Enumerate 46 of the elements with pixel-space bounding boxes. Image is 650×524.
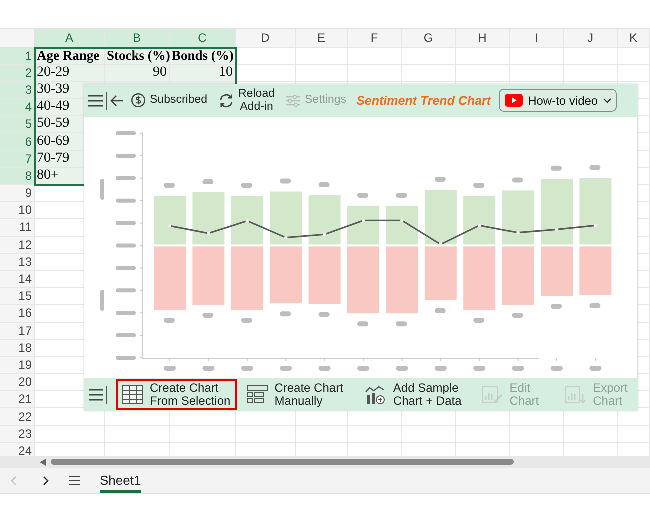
row-header[interactable]: 15 — [0, 288, 35, 306]
column-header[interactable]: I — [510, 29, 564, 48]
row-header[interactable]: 18 — [0, 340, 35, 357]
column-header[interactable]: E — [296, 29, 348, 48]
column-header[interactable]: H — [456, 29, 510, 48]
column-header[interactable]: B — [105, 29, 170, 48]
table-cell: 10 — [170, 64, 236, 82]
row-header[interactable]: 10 — [0, 202, 35, 220]
action-button[interactable]: Create Chart Manually — [240, 379, 350, 410]
row-header[interactable]: 20 — [0, 374, 35, 392]
toolbar-button[interactable]: Reload Add-in — [218, 88, 275, 114]
column-header[interactable]: A — [35, 29, 105, 48]
row-header[interactable]: 1 — [0, 48, 35, 65]
row-header[interactable]: 7 — [0, 150, 35, 168]
row-header[interactable]: 5 — [0, 116, 35, 134]
row-header[interactable]: 12 — [0, 236, 35, 254]
row-header[interactable]: 16 — [0, 305, 35, 322]
column-header[interactable]: F — [348, 29, 402, 48]
row-header[interactable]: 11 — [0, 219, 35, 237]
row-header[interactable]: 13 — [0, 254, 35, 271]
sheet-tab[interactable]: Sheet1 — [100, 468, 142, 492]
row-header[interactable]: 21 — [0, 391, 35, 408]
action-button[interactable]: Add Sample Chart + Data — [359, 379, 468, 410]
table-cell: 90 — [105, 64, 170, 82]
column-header[interactable]: K — [618, 29, 650, 48]
column-header[interactable]: C — [170, 29, 236, 48]
row-header[interactable]: 23 — [0, 426, 35, 443]
row-header[interactable]: 8 — [0, 168, 35, 185]
row-header[interactable]: 4 — [0, 99, 35, 116]
table-cell: 20-29 — [35, 64, 105, 82]
row-header[interactable]: 22 — [0, 408, 35, 426]
row-header[interactable]: 9 — [0, 185, 35, 202]
row-header[interactable]: 3 — [0, 82, 35, 100]
addin-title: Sentiment Trend Chart — [356, 94, 492, 108]
row-header[interactable]: 14 — [0, 270, 35, 288]
column-header[interactable]: D — [236, 29, 296, 48]
action-button[interactable]: Create Chart From Selection — [116, 379, 237, 410]
row-header[interactable]: 17 — [0, 322, 35, 340]
video-dropdown[interactable]: How-to video — [499, 89, 618, 112]
row-header[interactable]: 2 — [0, 64, 35, 82]
row-header[interactable]: 19 — [0, 356, 35, 374]
row-header[interactable]: 24 — [0, 442, 35, 456]
row-header[interactable]: 6 — [0, 133, 35, 151]
column-header[interactable]: J — [564, 29, 618, 48]
toolbar-button[interactable]: Subscribed — [131, 93, 208, 108]
column-header[interactable]: G — [402, 29, 456, 48]
